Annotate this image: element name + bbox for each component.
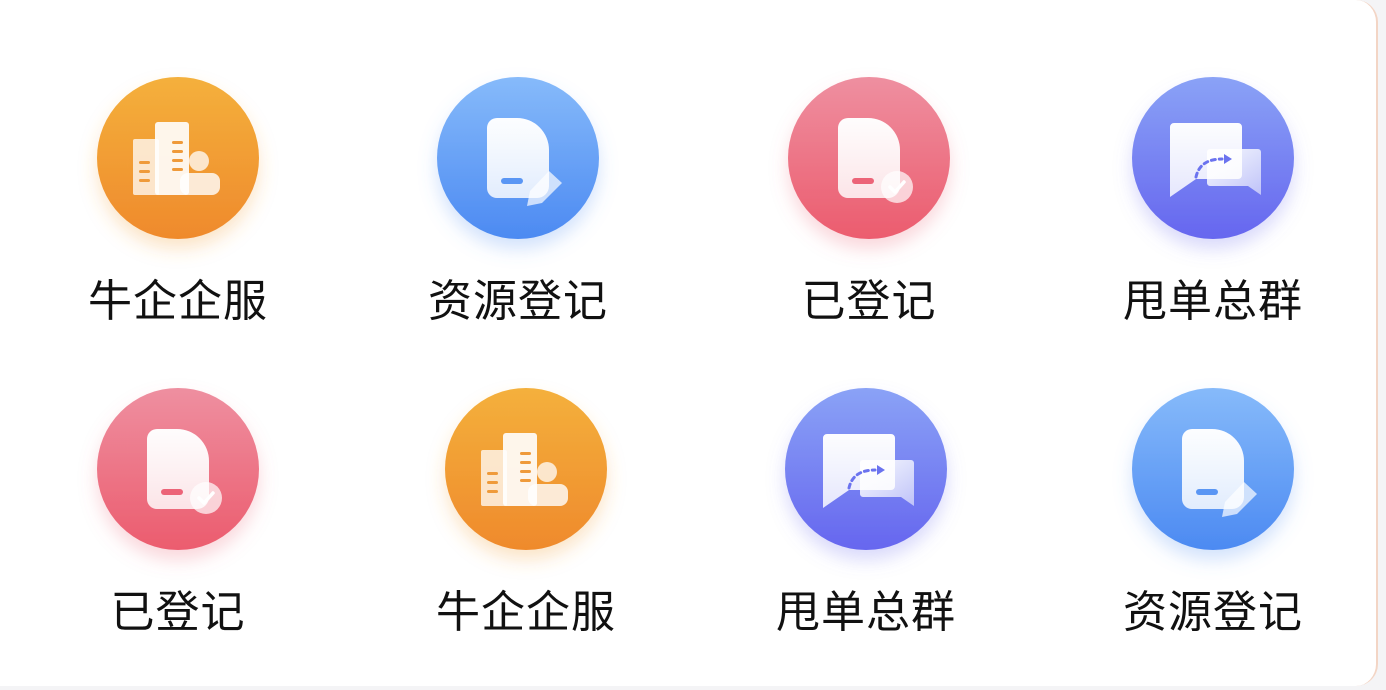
document-check-icon bbox=[97, 388, 259, 550]
grid-item-order-group[interactable]: 甩单总群 bbox=[1093, 77, 1333, 367]
grid-item-niuqi-service[interactable]: 牛企企服 bbox=[406, 388, 646, 678]
chat-forward-icon bbox=[785, 388, 947, 550]
grid-item-label: 甩单总群 bbox=[1123, 276, 1303, 327]
building-icon bbox=[445, 388, 607, 550]
grid-item-label: 资源登记 bbox=[428, 276, 608, 327]
document-edit-icon bbox=[1132, 388, 1294, 550]
chat-forward-icon bbox=[1132, 77, 1294, 239]
grid-item-label: 牛企企服 bbox=[436, 587, 616, 638]
grid-item-resource-register[interactable]: 资源登记 bbox=[398, 77, 638, 367]
grid-item-label: 甩单总群 bbox=[776, 587, 956, 638]
grid-item-registered[interactable]: 已登记 bbox=[749, 77, 989, 367]
grid-item-registered[interactable]: 已登记 bbox=[58, 388, 298, 678]
grid-item-niuqi-service[interactable]: 牛企企服 bbox=[58, 77, 298, 367]
grid-item-resource-register[interactable]: 资源登记 bbox=[1093, 388, 1333, 678]
grid-item-label: 牛企企服 bbox=[88, 276, 268, 327]
document-check-icon bbox=[788, 77, 950, 239]
app-grid-panel: 牛企企服 资源登记 已登记 甩单总群 已登记 牛企企服 甩单总群 资源登记 bbox=[0, 0, 1378, 686]
document-edit-icon bbox=[437, 77, 599, 239]
building-icon bbox=[97, 77, 259, 239]
grid-item-label: 已登记 bbox=[801, 276, 937, 327]
grid-item-order-group[interactable]: 甩单总群 bbox=[746, 388, 986, 678]
grid-item-label: 资源登记 bbox=[1123, 587, 1303, 638]
grid-item-label: 已登记 bbox=[110, 587, 246, 638]
